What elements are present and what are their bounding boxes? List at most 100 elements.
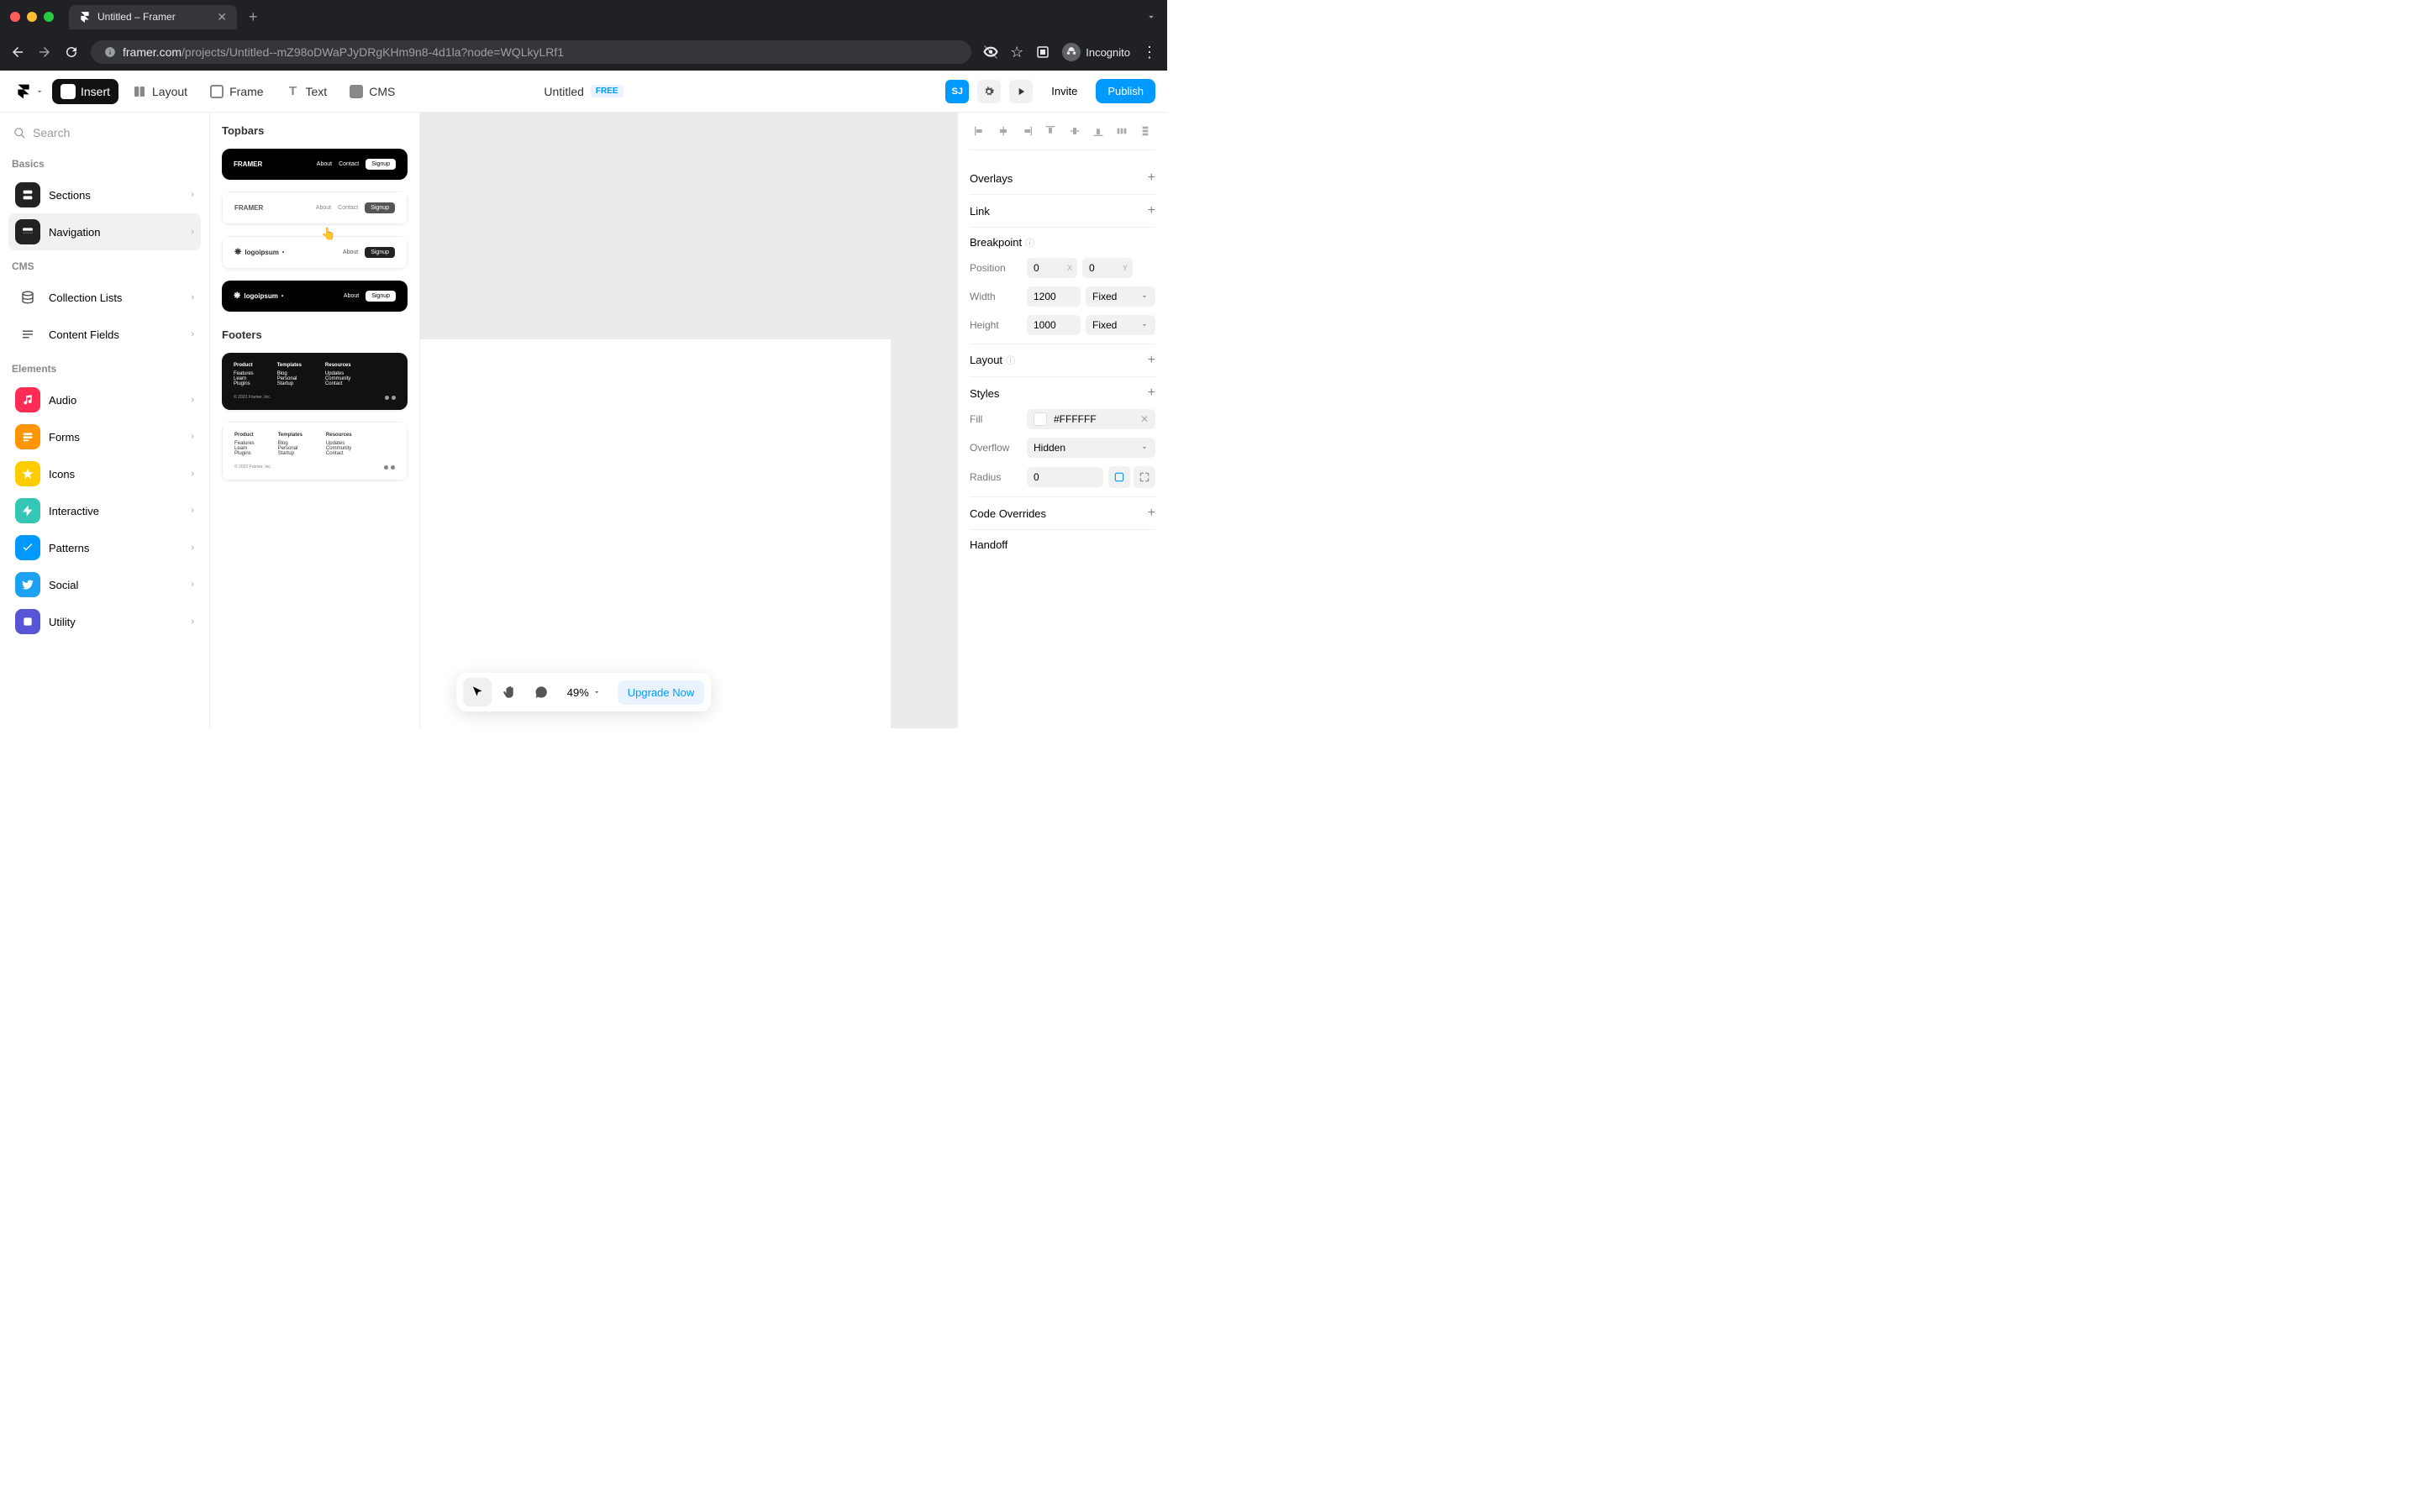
align-center-h-button[interactable] [993, 121, 1013, 141]
handoff-label: Handoff [970, 538, 1007, 551]
audio-icon [15, 387, 40, 412]
cms-button[interactable]: CMS [340, 79, 403, 104]
sidebar-left: Search Basics Sections › Navigation › CM… [0, 113, 210, 728]
overflow-select[interactable]: Hidden [1027, 438, 1155, 458]
publish-button[interactable]: Publish [1096, 79, 1155, 103]
social-icon [15, 572, 40, 597]
user-avatar[interactable]: SJ [945, 80, 969, 103]
align-left-button[interactable] [970, 121, 990, 141]
layout-icon [132, 84, 147, 99]
search-input[interactable]: Search [8, 123, 201, 143]
minimize-window-icon[interactable] [27, 12, 37, 22]
clear-fill-button[interactable]: ✕ [1140, 413, 1149, 425]
layout-button[interactable]: Layout [124, 79, 196, 104]
hand-tool-button[interactable] [495, 678, 523, 706]
fill-color-input[interactable]: #FFFFFF ✕ [1027, 409, 1155, 429]
extensions-icon[interactable] [1035, 45, 1050, 60]
topbar-template-logo-light[interactable]: ❋logoipsum• About Signup [222, 236, 408, 269]
add-style-button[interactable]: + [1148, 386, 1155, 401]
sidebar-item-navigation[interactable]: Navigation › [8, 213, 201, 250]
height-input[interactable]: 1000 [1027, 315, 1081, 335]
text-button[interactable]: Text [277, 79, 336, 104]
reload-button[interactable] [64, 45, 79, 60]
framer-logo-menu[interactable] [12, 80, 47, 103]
layout-label: Layout [970, 354, 1002, 366]
info-icon[interactable]: ⓘ [1025, 239, 1034, 249]
add-link-button[interactable]: + [1148, 203, 1155, 218]
preview-button[interactable] [1009, 80, 1033, 103]
sidebar-item-utility[interactable]: Utility › [8, 603, 201, 640]
sidebar-item-forms[interactable]: Forms › [8, 418, 201, 455]
add-layout-button[interactable]: + [1148, 353, 1155, 368]
radius-input[interactable]: 0 [1027, 467, 1103, 487]
code-overrides-label: Code Overrides [970, 507, 1046, 520]
select-tool-button[interactable] [463, 678, 492, 706]
icons-icon [15, 461, 40, 486]
topbar-template-light[interactable]: FRAMER About Contact Signup [222, 192, 408, 224]
settings-button[interactable] [977, 80, 1001, 103]
chevron-right-icon: › [191, 292, 194, 302]
topbar-template-dark[interactable]: FRAMER About Contact Signup [222, 149, 408, 180]
url-domain: framer.com [123, 45, 182, 59]
align-center-v-button[interactable] [1065, 121, 1085, 141]
canvas[interactable] [420, 113, 957, 728]
align-right-button[interactable] [1017, 121, 1037, 141]
height-mode-select[interactable]: Fixed [1086, 315, 1155, 335]
sidebar-item-audio[interactable]: Audio › [8, 381, 201, 418]
add-override-button[interactable]: + [1148, 506, 1155, 521]
cms-icon [349, 84, 364, 99]
sidebar-item-content-fields[interactable]: Content Fields › [8, 316, 201, 353]
browser-menu-icon[interactable]: ⋮ [1142, 44, 1157, 61]
align-bottom-button[interactable] [1088, 121, 1108, 141]
sidebar-item-patterns[interactable]: Patterns › [8, 529, 201, 566]
url-input[interactable]: framer.com/projects/Untitled--mZ98oDWaPJ… [91, 40, 971, 64]
back-button[interactable] [10, 45, 25, 60]
search-placeholder: Search [33, 126, 70, 139]
radius-uniform-button[interactable] [1108, 466, 1130, 488]
maximize-window-icon[interactable] [44, 12, 54, 22]
basics-section-label: Basics [12, 158, 197, 170]
bookmark-star-icon[interactable]: ☆ [1010, 44, 1023, 61]
incognito-badge[interactable]: Incognito [1062, 43, 1130, 61]
position-y-input[interactable]: 0Y [1082, 258, 1133, 278]
sidebar-item-collection-lists[interactable]: Collection Lists › [8, 279, 201, 316]
styles-label: Styles [970, 387, 999, 400]
document-title[interactable]: Untitled FREE [544, 85, 623, 98]
close-tab-icon[interactable]: ✕ [217, 10, 227, 24]
zoom-select[interactable]: 49% [559, 681, 609, 704]
width-mode-select[interactable]: Fixed [1086, 286, 1155, 307]
sections-icon [15, 182, 40, 207]
distribute-h-button[interactable] [1112, 121, 1132, 141]
sidebar-item-icons[interactable]: Icons › [8, 455, 201, 492]
chevron-down-icon [1140, 292, 1149, 301]
frame-button[interactable]: Frame [201, 79, 271, 104]
browser-tab[interactable]: Untitled – Framer ✕ [69, 5, 237, 29]
sidebar-item-social[interactable]: Social › [8, 566, 201, 603]
topbar-template-logo-dark[interactable]: ❋logoipsum• About Signup [222, 281, 408, 312]
distribute-v-button[interactable] [1135, 121, 1155, 141]
new-tab-button[interactable]: + [244, 8, 263, 26]
search-icon [13, 127, 26, 139]
radius-individual-button[interactable] [1134, 466, 1155, 488]
sidebar-item-label: Utility [49, 616, 76, 628]
invite-button[interactable]: Invite [1041, 80, 1087, 102]
upgrade-button[interactable]: Upgrade Now [618, 680, 705, 705]
width-input[interactable]: 1200 [1027, 286, 1081, 307]
insert-button[interactable]: + Insert [52, 79, 118, 104]
add-overlay-button[interactable]: + [1148, 171, 1155, 186]
sidebar-item-interactive[interactable]: Interactive › [8, 492, 201, 529]
comment-tool-button[interactable] [527, 678, 555, 706]
position-x-input[interactable]: 0X [1027, 258, 1077, 278]
sidebar-item-label: Navigation [49, 226, 100, 239]
footer-template-light[interactable]: ProductFeaturesLearnPlugins TemplatesBlo… [222, 422, 408, 480]
footer-template-dark[interactable]: ProductFeaturesLearnPlugins TemplatesBlo… [222, 353, 408, 410]
info-icon[interactable]: ⓘ [1006, 356, 1015, 366]
eye-off-icon[interactable] [983, 45, 998, 60]
tabs-overflow-icon[interactable] [1145, 11, 1157, 23]
align-top-button[interactable] [1040, 121, 1060, 141]
forward-button[interactable] [37, 45, 52, 60]
height-label: Height [970, 319, 1022, 331]
sidebar-item-sections[interactable]: Sections › [8, 176, 201, 213]
chevron-right-icon: › [191, 395, 194, 405]
close-window-icon[interactable] [10, 12, 20, 22]
